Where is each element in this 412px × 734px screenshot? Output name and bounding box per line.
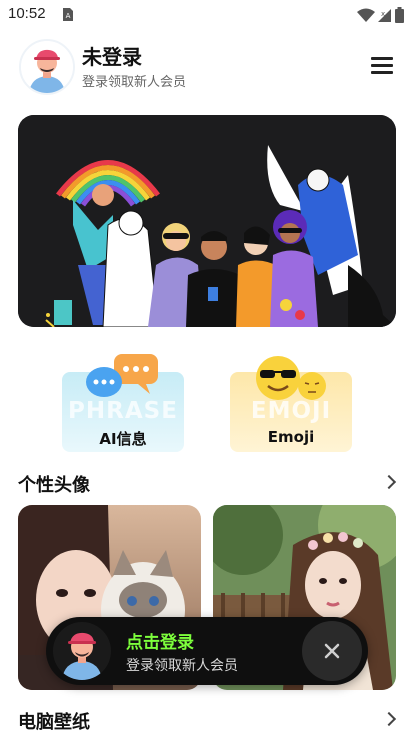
section-title-avatars[interactable]: 个性头像 <box>18 471 90 497</box>
feature-ai-info-label: AI信息 <box>99 430 147 448</box>
emoji-faces-icon <box>256 356 326 400</box>
banner-illustration <box>18 115 396 327</box>
hamburger-menu-icon[interactable] <box>371 55 393 75</box>
avatar <box>53 622 111 680</box>
wifi-icon <box>357 8 375 22</box>
login-cta-subtitle: 登录领取新人会员 <box>126 658 238 674</box>
chat-bubbles-icon <box>86 354 158 397</box>
svg-text:A: A <box>66 12 71 20</box>
sim-card-icon: A <box>63 8 73 21</box>
svg-text:x: x <box>381 10 385 18</box>
user-avatar-illustration <box>53 622 111 680</box>
close-icon <box>324 643 340 659</box>
close-button[interactable] <box>302 621 362 681</box>
login-prompt-bar[interactable]: 点击登录 登录领取新人会员 <box>46 617 368 685</box>
signal-icon: x <box>378 8 391 22</box>
avatar[interactable] <box>19 39 75 95</box>
profile-header: 未登录 登录领取新人会员 <box>0 35 412 97</box>
feature-ai-info[interactable]: PHRASE AI信息 <box>62 354 184 452</box>
status-time: 10:52 <box>8 5 46 22</box>
status-bar: 10:52 A x <box>0 0 412 30</box>
feature-emoji[interactable]: EMOJI Emoji <box>230 356 352 452</box>
section-title-wallpapers[interactable]: 电脑壁纸 <box>18 708 90 734</box>
login-promo-subtitle[interactable]: 登录领取新人会员 <box>82 71 186 90</box>
battery-icon <box>395 7 404 23</box>
feature-emoji-label: Emoji <box>267 428 315 446</box>
chevron-right-icon[interactable] <box>381 711 397 727</box>
chevron-right-icon[interactable] <box>381 474 397 490</box>
login-cta-title[interactable]: 点击登录 <box>126 628 194 653</box>
user-avatar-illustration <box>21 41 73 93</box>
login-status-title[interactable]: 未登录 <box>82 41 142 70</box>
promo-banner[interactable] <box>18 115 396 327</box>
